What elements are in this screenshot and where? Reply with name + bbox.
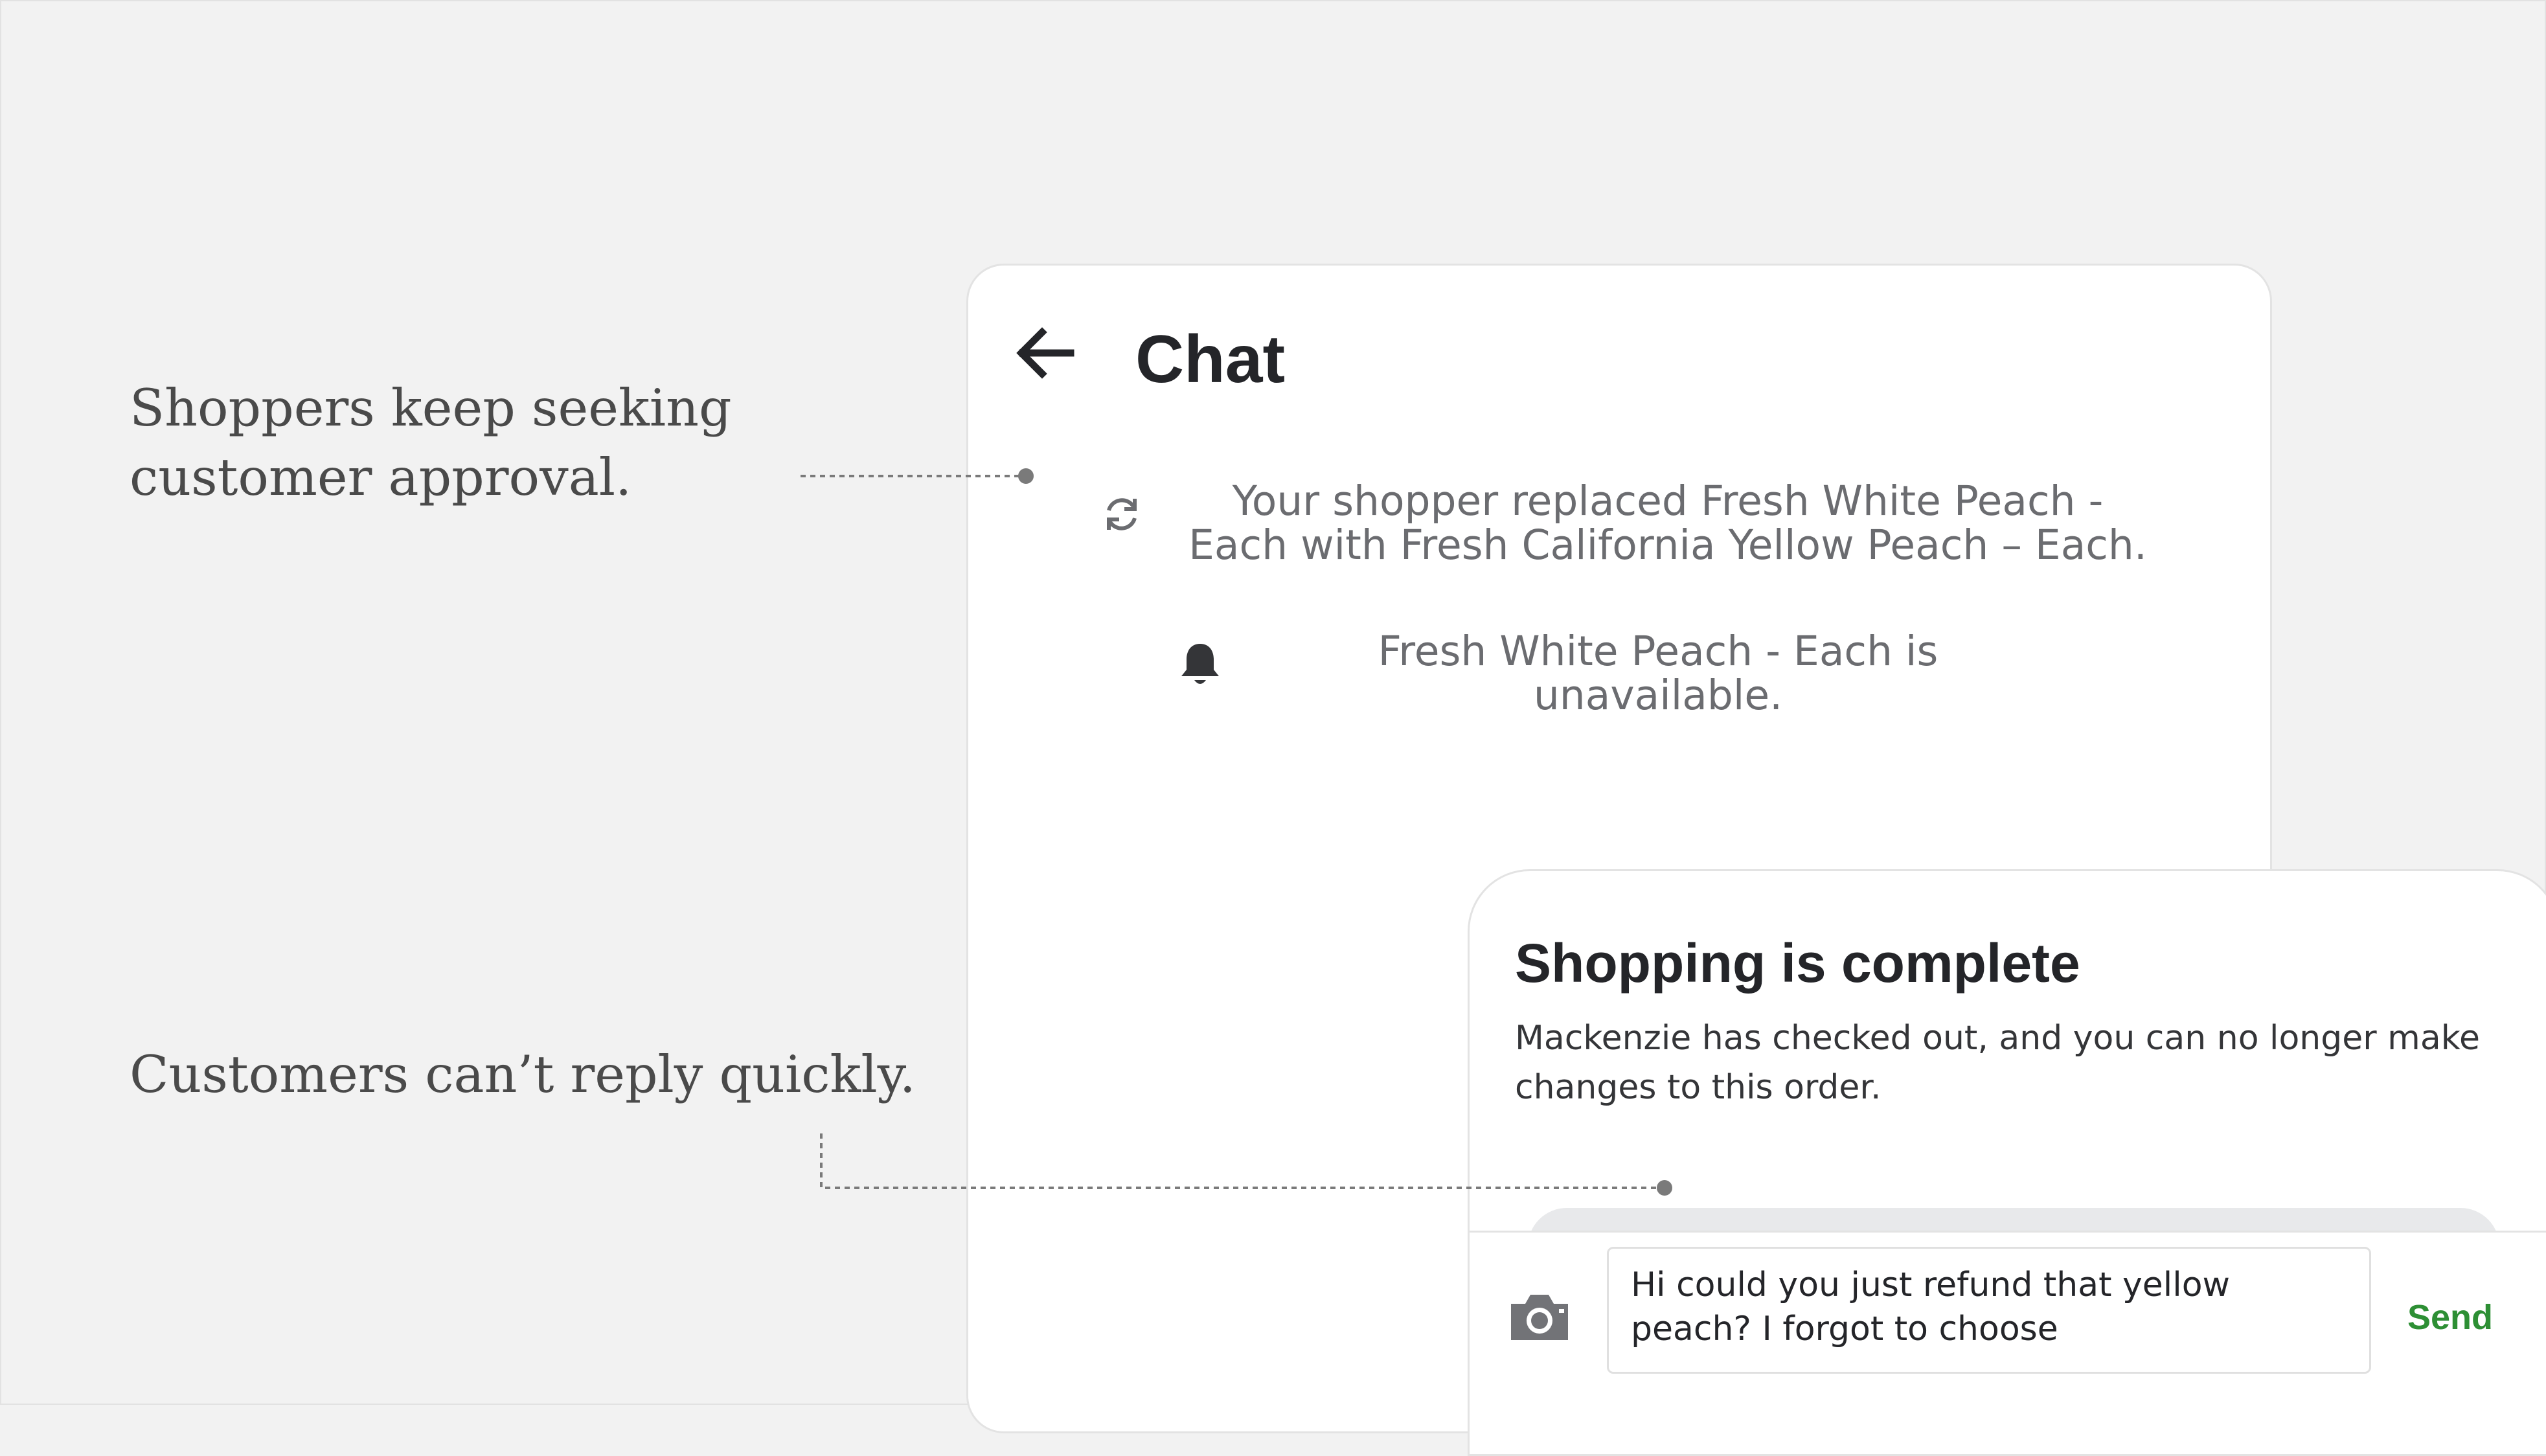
- connector-approval-dot: [1018, 468, 1034, 484]
- connector-reply-dot: [1657, 1180, 1672, 1196]
- connector-reply: [820, 1133, 1665, 1189]
- connector-lines: [801, 468, 1672, 1196]
